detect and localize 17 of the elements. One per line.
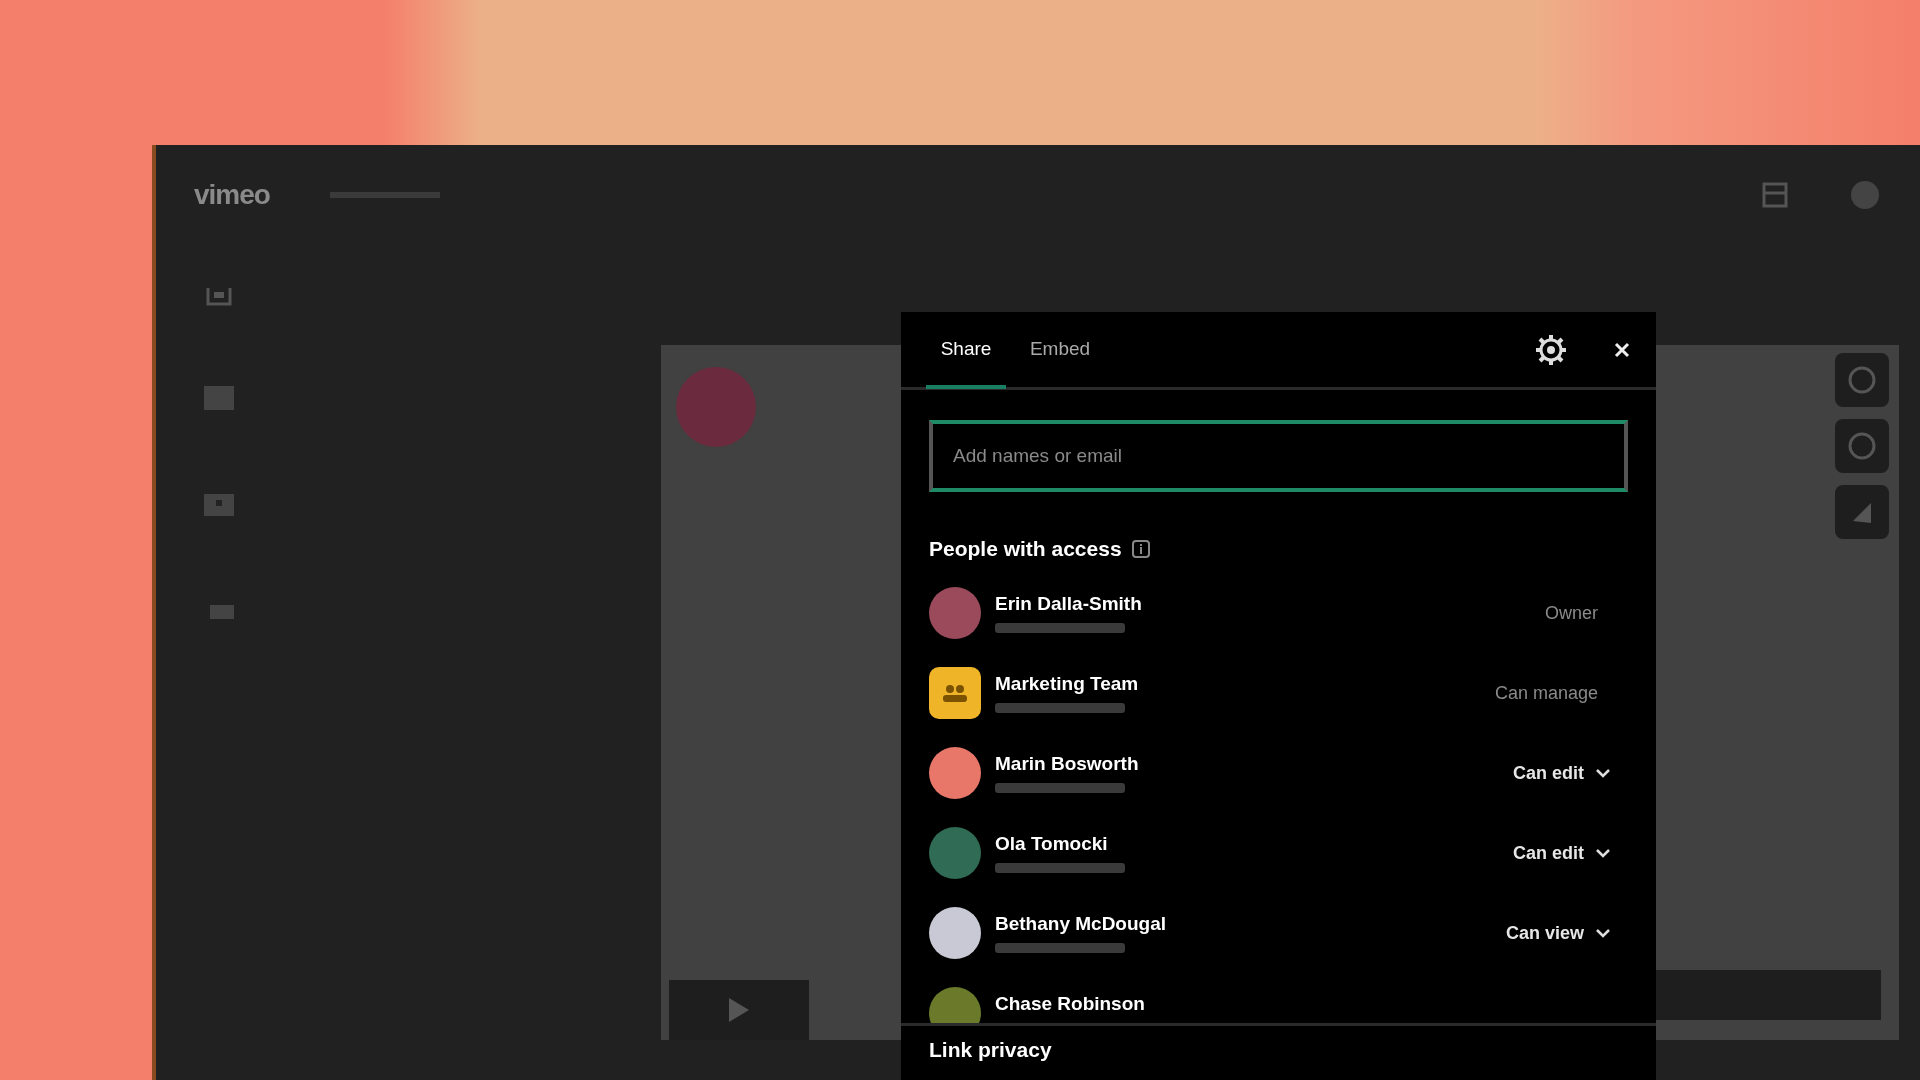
tab[interactable]: Share: [926, 313, 1006, 389]
person-name: Ola Tomocki: [995, 833, 1109, 855]
person-name: Marketing Team: [995, 673, 1140, 695]
role-dropdown[interactable]: Can view: [1499, 921, 1628, 945]
search-field[interactable]: Add names or email: [929, 420, 1628, 492]
role-label: Owner: [1545, 602, 1599, 624]
person-name: Marin Bosworth: [995, 753, 1140, 775]
tab[interactable]: Embed: [1020, 313, 1100, 389]
person-name: Erin Dalla-Smith: [995, 593, 1143, 615]
person-name: Bethany McDougal: [995, 913, 1168, 935]
role-dropdown[interactable]: Can edit: [1507, 841, 1628, 865]
section-heading: Link privacy: [929, 1038, 1052, 1061]
role-dropdown[interactable]: Can edit: [1507, 761, 1628, 785]
logo[interactable]: vimeo: [194, 179, 270, 211]
section-heading: People with access: [929, 537, 1122, 561]
role-label: Can manage: [1494, 682, 1599, 704]
person-name: Chase Robinson: [995, 993, 1146, 1015]
